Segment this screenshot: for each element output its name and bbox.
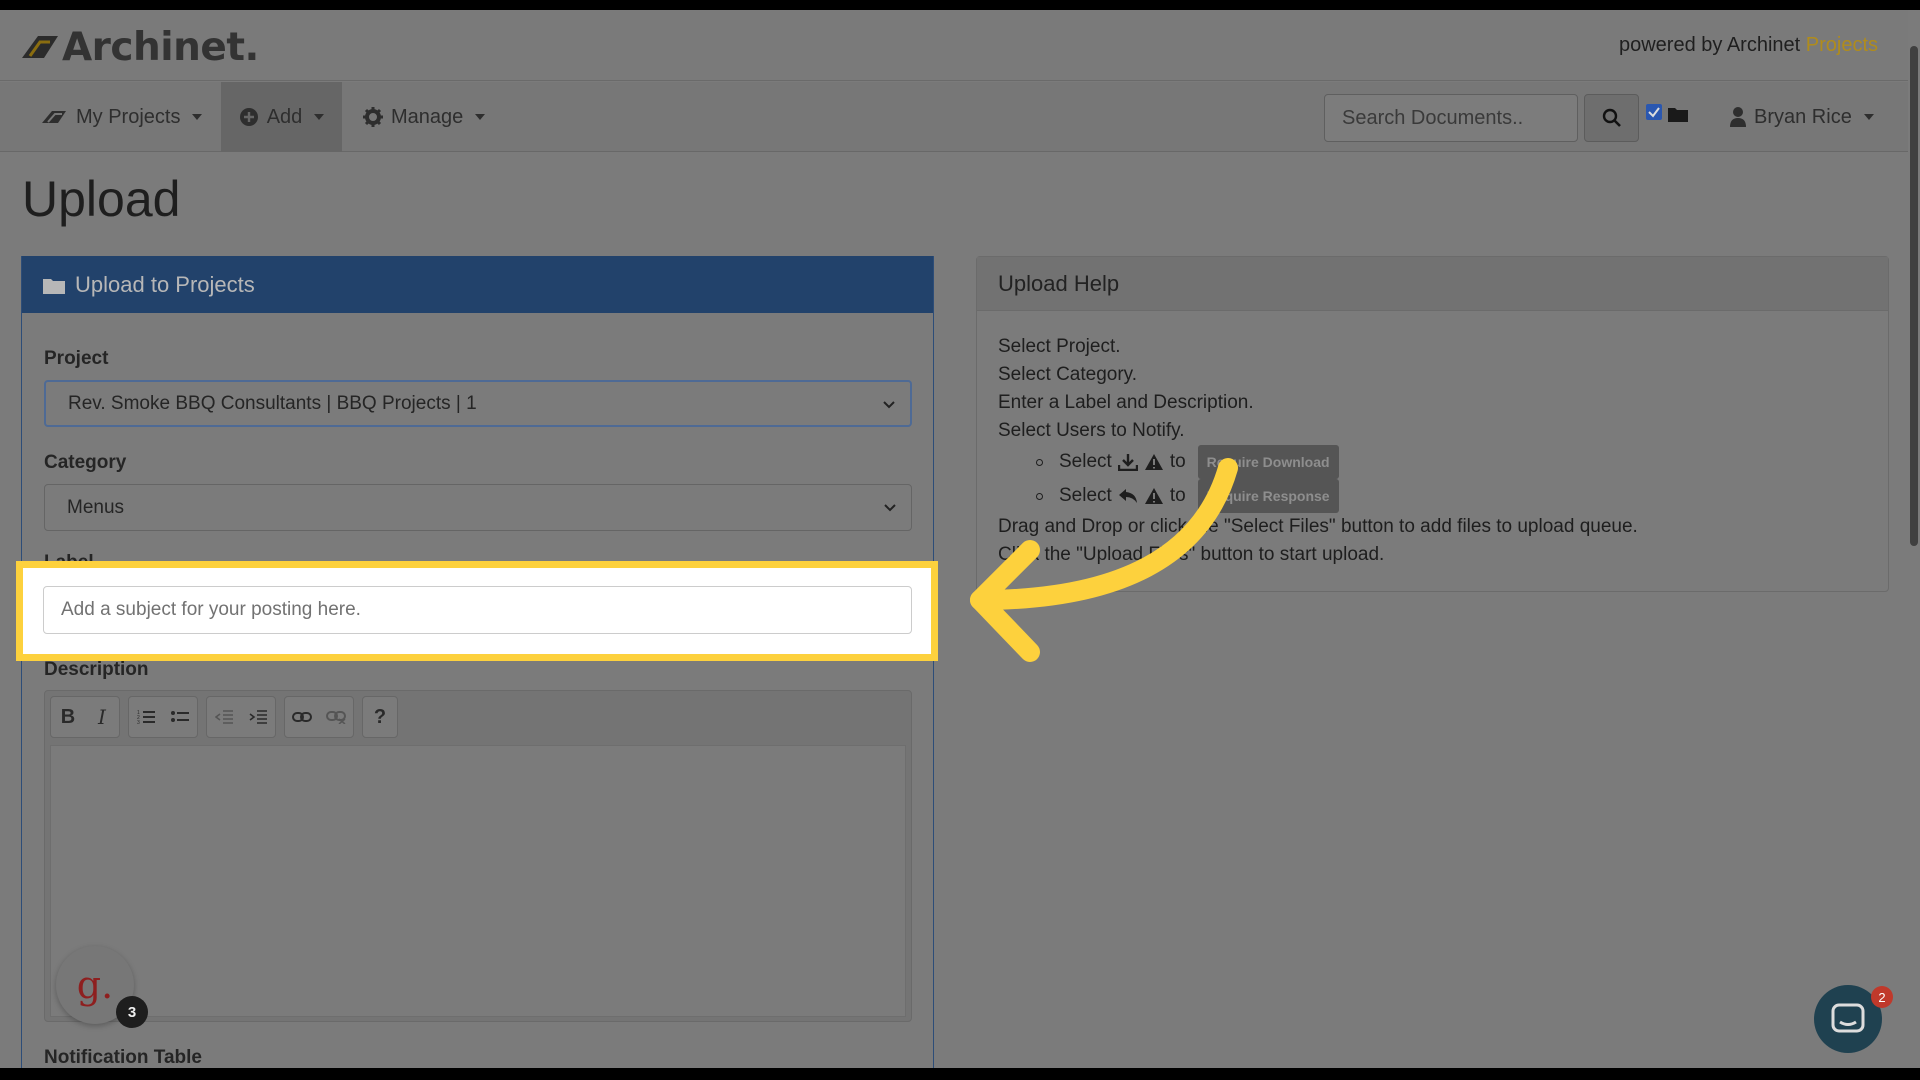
scrollbar-thumb[interactable] bbox=[1910, 46, 1918, 546]
app-window: Archinet. powered by Archinet Projects M… bbox=[0, 10, 1920, 1068]
chat-count-badge: 2 bbox=[1871, 986, 1893, 1008]
chat-icon bbox=[1831, 1003, 1865, 1033]
tutorial-arrow-icon bbox=[970, 458, 1238, 662]
grammarly-count-badge: 3 bbox=[116, 996, 148, 1028]
